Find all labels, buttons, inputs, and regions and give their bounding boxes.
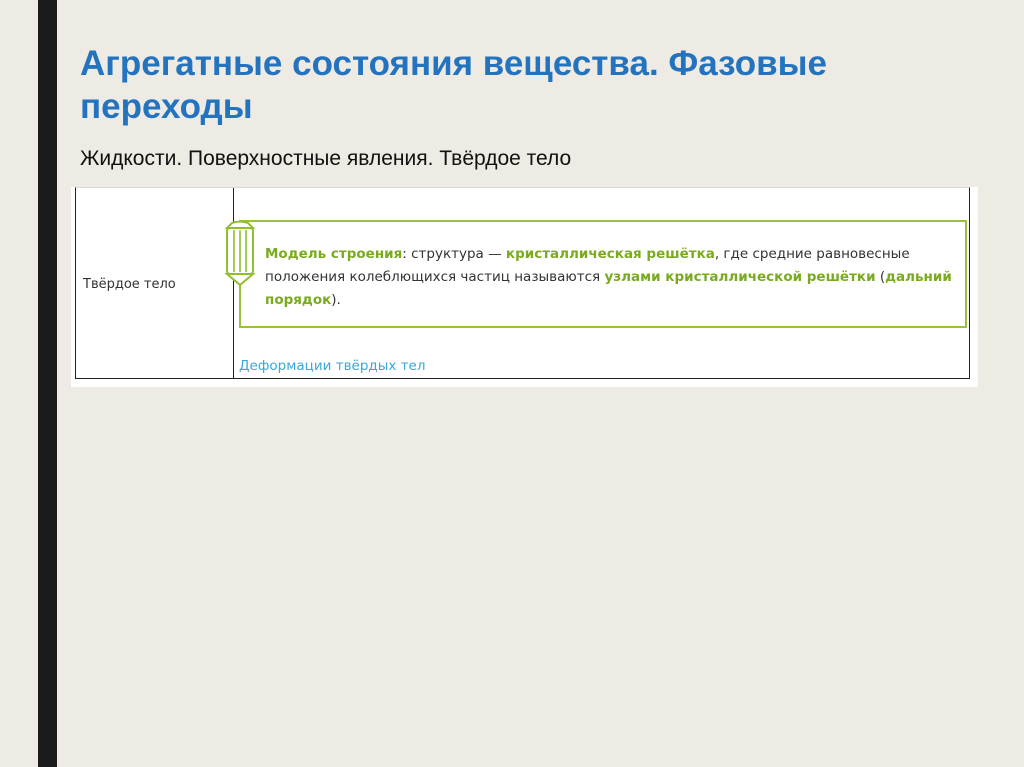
row-label-solid-body: Твёрдое тело — [83, 277, 176, 292]
note-text: Модель строения: структура — кристалличе… — [265, 243, 955, 312]
note-box: Модель строения: структура — кристалличе… — [239, 220, 967, 328]
left-accent-bar — [38, 0, 57, 767]
content-table: Твёрдое тело Модель строения: структура … — [71, 187, 978, 387]
note-text-part-4: ). — [331, 292, 341, 308]
note-term-lattice-nodes: узлами кристаллической решётки — [604, 269, 876, 285]
slide-title: Агрегатные состояния вещества. Фазовые п… — [80, 44, 827, 126]
slide-subtitle: Жидкости. Поверхностные явления. Твёрдое… — [80, 147, 572, 170]
table-frame: Твёрдое тело Модель строения: структура … — [75, 187, 970, 379]
pencil-icon — [224, 221, 256, 287]
note-text-part-3: ( — [875, 269, 886, 285]
note-term-model: Модель строения — [265, 246, 403, 262]
note-term-crystal-lattice: кристаллическая решётка — [505, 246, 715, 262]
note-text-part-1: : структура — — [402, 246, 506, 262]
deformation-solids-link[interactable]: Деформации твёрдых тел — [239, 358, 425, 374]
